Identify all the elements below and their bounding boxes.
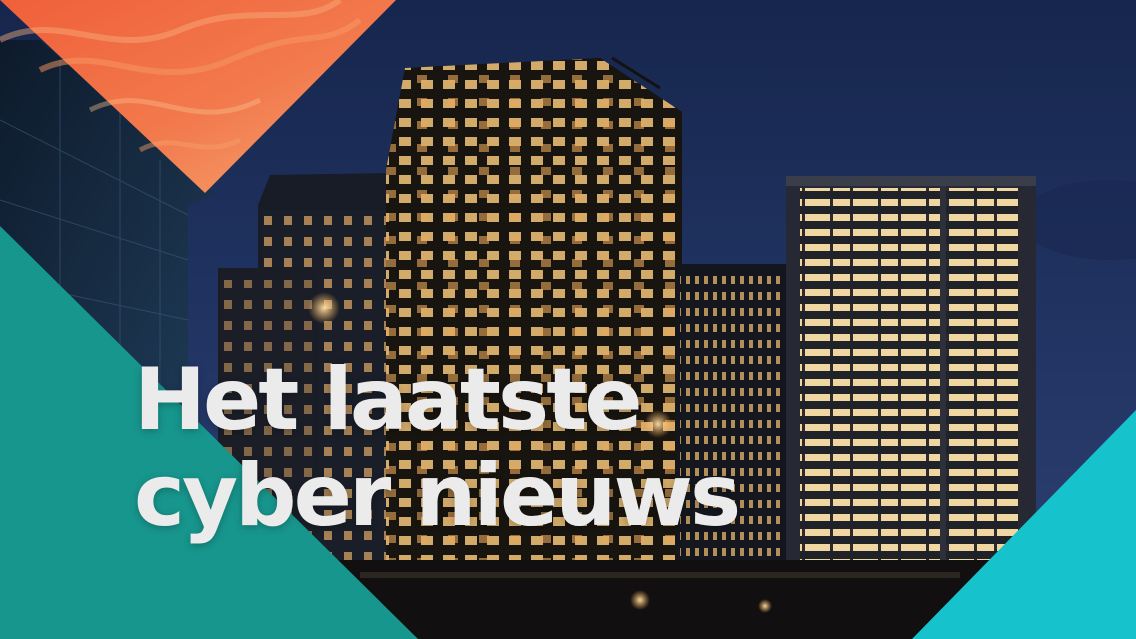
headline-line-1: Het laatste [134, 350, 643, 450]
headline-line-2: cyber nieuws [134, 446, 741, 546]
headline: Het laatste cyber nieuws [134, 350, 741, 546]
cyan-triangle [912, 410, 1136, 639]
hero-banner: Het laatste cyber nieuws [0, 0, 1136, 639]
orange-wave-triangle [0, 0, 396, 193]
